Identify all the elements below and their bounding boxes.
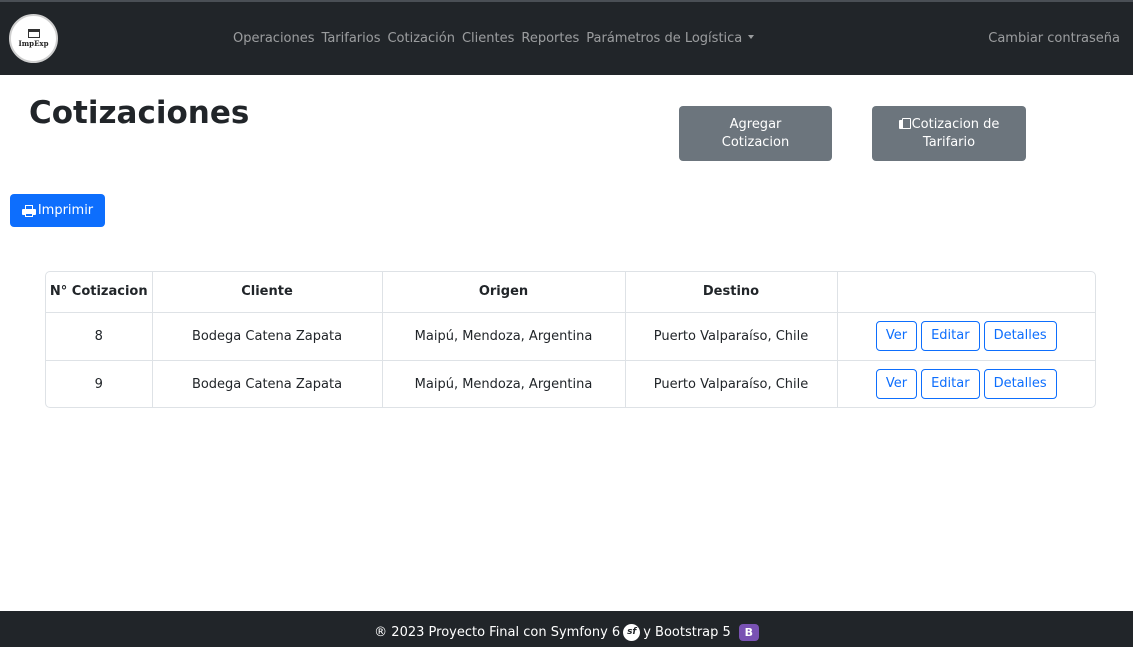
table-row: 9 Bodega Catena Zapata Maipú, Mendoza, A… [46,360,1095,407]
nav-link-tarifarios[interactable]: Tarifarios [322,31,381,46]
logo-text: ImpExp [18,39,49,48]
cell-actions: Ver Editar Detalles [837,312,1095,361]
cell-cliente: Bodega Catena Zapata [152,312,383,361]
tariff-quote-label: Cotizacion de Tarifario [911,116,1000,150]
header-origen: Origen [382,272,626,313]
navbar: ImpExp Operaciones Tarifarios Cotización… [0,0,1133,75]
view-button[interactable]: Ver [875,321,918,351]
header-cliente: Cliente [152,272,383,313]
brand-logo[interactable]: ImpExp [9,14,58,63]
edit-button[interactable]: Editar [921,321,980,351]
print-label: Imprimir [37,203,94,218]
add-quote-label: Agregar Cotizacion [721,116,790,150]
nav-dropdown-label: Parámetros de Logística [586,31,743,46]
footer-text-after: y Bootstrap 5 [643,624,731,640]
nav-dropdown-parametros[interactable]: Parámetros de Logística [586,31,755,46]
footer-text-before: ® 2023 Proyecto Final con Symfony 6 [374,624,621,640]
nav-link-cotizacion[interactable]: Cotización [387,31,454,46]
page-title: Cotizaciones [29,95,250,131]
nav-links: Operaciones Tarifarios Cotización Client… [233,31,755,46]
nav-link-operaciones[interactable]: Operaciones [233,31,315,46]
cell-origen: Maipú, Mendoza, Argentina [382,360,626,407]
copy-icon [898,117,911,129]
tariff-quote-button[interactable]: Cotizacion de Tarifario [872,106,1026,161]
tariff-quote-content: Cotizacion de Tarifario [884,116,1014,152]
cell-destino: Puerto Valparaíso, Chile [625,360,838,407]
cell-actions: Ver Editar Detalles [837,360,1095,407]
edit-button[interactable]: Editar [921,369,980,400]
change-password-link[interactable]: Cambiar contraseña [988,31,1120,46]
header-destino: Destino [625,272,838,313]
bootstrap-icon: B [738,623,759,641]
table-header-row: N° Cotizacion Cliente Origen Destino [46,272,1095,313]
cell-cliente: Bodega Catena Zapata [152,360,383,407]
table-row: 8 Bodega Catena Zapata Maipú, Mendoza, A… [46,312,1095,361]
view-button[interactable]: Ver [875,369,918,400]
symfony-icon: sf [623,623,641,641]
nav-link-clientes[interactable]: Clientes [462,31,514,46]
building-icon [27,29,40,38]
details-button[interactable]: Detalles [983,321,1057,351]
print-button[interactable]: Imprimir [10,194,105,227]
caret-down-icon [748,35,755,39]
details-button[interactable]: Detalles [983,369,1057,400]
cell-origen: Maipú, Mendoza, Argentina [382,312,626,361]
cell-destino: Puerto Valparaíso, Chile [625,312,838,361]
nav-link-reportes[interactable]: Reportes [521,31,579,46]
add-quote-button[interactable]: Agregar Cotizacion [679,106,832,161]
footer: ® 2023 Proyecto Final con Symfony 6 sf y… [0,611,1133,647]
quotes-table: N° Cotizacion Cliente Origen Destino 8 B… [45,271,1096,408]
printer-icon [21,204,36,217]
cell-num: 8 [46,312,153,361]
header-actions [837,272,1095,313]
header-num: N° Cotizacion [46,272,153,313]
cell-num: 9 [46,360,153,407]
